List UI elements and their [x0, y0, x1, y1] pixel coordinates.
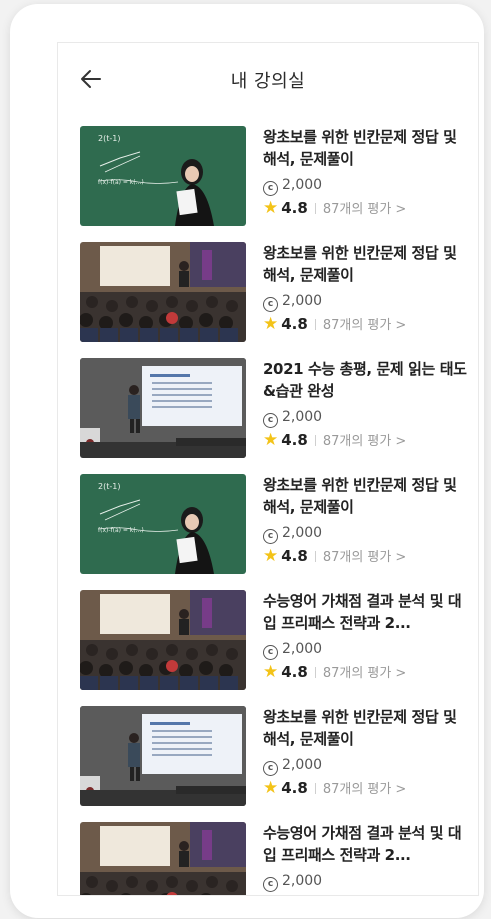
course-info: 수능영어 가채점 결과 분석 및 대입 프리패스 전략과 2... c 2,000…	[263, 590, 468, 683]
course-thumbnail	[80, 706, 246, 806]
divider	[314, 551, 316, 562]
course-card[interactable]: 왕초보를 위한 빈칸문제 정답 및 해석, 문제풀이 c 2,000 ★ 4.8 87…	[58, 242, 478, 346]
star-icon: ★	[263, 778, 279, 798]
course-info: 왕초보를 위한 빈칸문제 정답 및 해석, 문제풀이 c 2,000 ★ 4.8 87…	[263, 242, 468, 335]
star-icon: ★	[263, 430, 279, 450]
my-classroom-screen: 내 강의실 2(t-1) f(x)-f(a) = k(...) 왕초보를 위한 …	[57, 42, 479, 896]
course-title: 왕초보를 위한 빈칸문제 정답 및 해석, 문제풀이	[263, 128, 457, 168]
course-price: c 2,000	[263, 639, 468, 660]
course-thumbnail	[80, 822, 246, 895]
course-thumbnail	[80, 590, 246, 690]
price-value: 2,000	[282, 641, 323, 657]
course-rating: ★4.8 87개의 평가>	[263, 777, 468, 799]
price-value: 2,000	[282, 293, 323, 309]
divider	[314, 203, 316, 214]
rating-score: 4.8	[281, 431, 308, 449]
course-card[interactable]: 2021 수능 총평, 문제 읽는 태도&습관 완성 c 2,000 ★ 4.8 87…	[58, 358, 478, 462]
coin-icon: c	[263, 529, 278, 544]
reviews-link[interactable]: 87개의 평가	[323, 666, 392, 681]
course-card[interactable]: 2(t-1) f(x)-f(a) = k(...) 왕초보를 위한 빈칸문제 정…	[58, 126, 478, 230]
course-thumbnail: 2(t-1) f(x)-f(a) = k(...)	[80, 126, 246, 226]
chevron-right-icon: >	[395, 666, 407, 681]
course-title: 수능영어 가채점 결과 분석 및 대입 프리패스 전략과 2...	[263, 824, 462, 864]
course-price: c 2,000	[263, 523, 468, 544]
star-icon: ★	[263, 894, 278, 895]
rating-score: 4.8	[281, 315, 308, 333]
price-value: 2,000	[282, 409, 323, 425]
course-rating: ★4.8 87개의 평가>	[263, 661, 468, 683]
course-rating: ★4.8 87개의 평가>	[263, 197, 468, 219]
chevron-right-icon: >	[395, 782, 407, 797]
phone-frame: 내 강의실 2(t-1) f(x)-f(a) = k(...) 왕초보를 위한 …	[10, 4, 484, 918]
chevron-right-icon: >	[395, 550, 407, 565]
course-rating: ★4.887개의 평가>	[263, 893, 468, 896]
price-value: 2,000	[282, 757, 323, 773]
coin-icon: c	[263, 877, 278, 892]
coin-icon: c	[263, 645, 278, 660]
svg-text:f(x)-f(a) = k(...): f(x)-f(a) = k(...)	[98, 527, 144, 534]
reviews-link[interactable]: 87개의 평가	[323, 434, 392, 449]
price-value: 2,000	[282, 177, 323, 193]
svg-text:f(x)-f(a) = k(...): f(x)-f(a) = k(...)	[98, 179, 144, 186]
rating-score: 4.8	[281, 779, 308, 797]
chevron-right-icon: >	[395, 202, 407, 217]
reviews-link[interactable]: 87개의 평가	[323, 202, 392, 217]
star-icon: ★	[263, 546, 279, 566]
course-thumbnail	[80, 358, 246, 458]
divider	[314, 667, 316, 678]
course-title: 수능영어 가채점 결과 분석 및 대입 프리패스 전략과 2...	[263, 592, 462, 632]
svg-text:2(t-1): 2(t-1)	[98, 134, 120, 143]
course-thumbnail: 2(t-1) f(x)-f(a) = k(...)	[80, 474, 246, 574]
course-price: c 2,000	[263, 175, 468, 196]
star-icon: ★	[263, 314, 279, 334]
course-card[interactable]: 수능영어 가채점 결과 분석 및 대입 프리패스 전략과 2... c 2,000…	[58, 590, 478, 694]
chevron-right-icon: >	[395, 434, 407, 449]
course-price: c 2,000	[263, 871, 468, 892]
reviews-link[interactable]: 87개의 평가	[323, 550, 392, 565]
page-title: 내 강의실	[230, 71, 306, 92]
course-title: 왕초보를 위한 빈칸문제 정답 및 해석, 문제풀이	[263, 708, 457, 748]
course-price: c 2,000	[263, 755, 468, 776]
rating-score: 4.8	[281, 199, 308, 217]
header: 내 강의실	[58, 43, 478, 117]
rating-score: 4.8	[281, 663, 308, 681]
price-value: 2,000	[282, 525, 323, 541]
course-info: 수능영어 가채점 결과 분석 및 대입 프리패스 전략과 2... c 2,000…	[263, 822, 468, 896]
price-value: 2,000	[282, 873, 323, 889]
svg-text:2(t-1): 2(t-1)	[98, 482, 120, 491]
chevron-right-icon: >	[395, 318, 407, 333]
course-card[interactable]: 2(t-1) f(x)-f(a) = k(...) 왕초보를 위한 빈칸문제 정…	[58, 474, 478, 578]
course-card[interactable]: 수능영어 가채점 결과 분석 및 대입 프리패스 전략과 2... c 2,000…	[58, 822, 478, 896]
course-title: 2021 수능 총평, 문제 읽는 태도&습관 완성	[263, 360, 467, 400]
coin-icon: c	[263, 181, 278, 196]
course-price: c 2,000	[263, 407, 468, 428]
course-rating: ★4.8 87개의 평가>	[263, 313, 468, 335]
coin-icon: c	[263, 297, 278, 312]
divider	[314, 319, 316, 330]
course-card[interactable]: 왕초보를 위한 빈칸문제 정답 및 해석, 문제풀이 c 2,000 ★ 4.8 87…	[58, 706, 478, 810]
course-rating: ★4.8 87개의 평가>	[263, 429, 468, 451]
divider	[314, 783, 316, 794]
coin-icon: c	[263, 761, 278, 776]
star-icon: ★	[263, 662, 279, 682]
course-info: 왕초보를 위한 빈칸문제 정답 및 해석, 문제풀이 c 2,000 ★ 4.8 87…	[263, 126, 468, 219]
course-title: 왕초보를 위한 빈칸문제 정답 및 해석, 문제풀이	[263, 244, 457, 284]
divider	[314, 435, 316, 446]
rating-score: 4.8	[281, 547, 308, 565]
course-thumbnail	[80, 242, 246, 342]
coin-icon: c	[263, 413, 278, 428]
rating-score: 4.8	[281, 895, 308, 896]
star-icon: ★	[263, 198, 279, 218]
course-price: c 2,000	[263, 291, 468, 312]
course-info: 왕초보를 위한 빈칸문제 정답 및 해석, 문제풀이 c 2,000 ★ 4.8 87…	[263, 474, 468, 567]
course-title: 왕초보를 위한 빈칸문제 정답 및 해석, 문제풀이	[263, 476, 457, 516]
course-info: 2021 수능 총평, 문제 읽는 태도&습관 완성 c 2,000 ★ 4.8 87…	[263, 358, 468, 451]
reviews-link[interactable]: 87개의 평가	[323, 318, 392, 333]
reviews-link[interactable]: 87개의 평가	[323, 782, 392, 797]
course-rating: ★4.8 87개의 평가>	[263, 545, 468, 567]
course-info: 왕초보를 위한 빈칸문제 정답 및 해석, 문제풀이 c 2,000 ★ 4.8 87…	[263, 706, 468, 799]
